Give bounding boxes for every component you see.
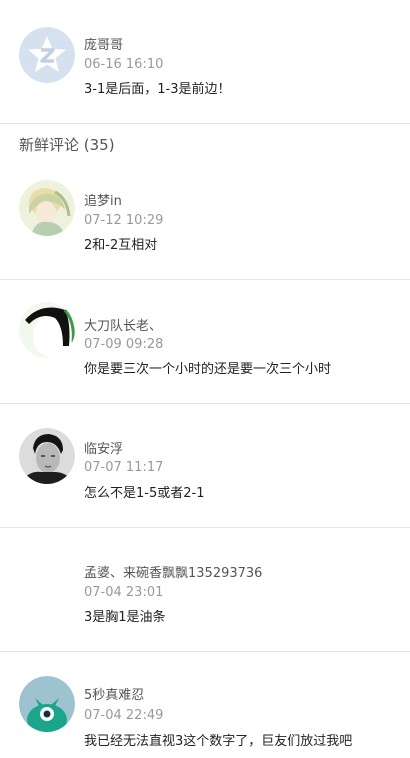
avatar[interactable] (19, 676, 75, 732)
timestamp: 07-09 09:28 (84, 337, 164, 352)
divider (0, 123, 410, 124)
timestamp: 06-16 16:10 (84, 57, 164, 72)
timestamp: 07-04 22:49 (84, 708, 164, 723)
list-item: 孟婆、来碗香飘飘135293736 07-04 23:01 3是胸1是油条 (0, 528, 410, 651)
list-item: 大刀队长老、 07-09 09:28 你是要三次一个小时的还是要一次三个小时 (0, 280, 410, 403)
comment-text: 你是要三次一个小时的还是要一次三个小时 (84, 362, 332, 377)
list-item: 追梦in 07-12 10:29 2和-2互相对 (0, 160, 410, 278)
q-star-logo-icon (19, 27, 75, 83)
hot-comment: 庞哥哥 06-16 16:10 3-1是后面，1-3是前边！ (0, 0, 410, 123)
timestamp: 07-12 10:29 (84, 213, 164, 228)
avatar[interactable] (19, 428, 75, 484)
comment-text: 3是胸1是油条 (84, 610, 166, 625)
username[interactable]: 大刀队长老、 (84, 319, 162, 335)
timestamp: 07-07 11:17 (84, 460, 164, 475)
avatar[interactable] (19, 180, 75, 236)
username[interactable]: 临安浮 (84, 442, 123, 458)
comment-text: 我已经无法直视3这个数字了，巨友们放过我吧 (84, 734, 353, 749)
list-item: 临安浮 07-07 11:17 怎么不是1-5或者2-1 (0, 404, 410, 527)
comment-text: 3-1是后面，1-3是前边！ (84, 82, 231, 97)
anime-girl-avatar (19, 180, 75, 236)
timestamp: 07-04 23:01 (84, 585, 164, 600)
username[interactable]: 孟婆、来碗香飘飘135293736 (84, 566, 262, 582)
headband-avatar (19, 302, 75, 358)
green-monster-avatar (19, 676, 75, 732)
avatar[interactable] (19, 27, 75, 83)
man-portrait-avatar (19, 428, 75, 484)
list-item: 5秒真难忍 07-04 22:49 我已经无法直视3这个数字了，巨友们放过我吧 (0, 652, 410, 758)
avatar[interactable] (19, 302, 75, 358)
username[interactable]: 追梦in (84, 194, 122, 210)
username[interactable]: 庞哥哥 (84, 38, 123, 54)
comment-text: 怎么不是1-5或者2-1 (84, 486, 205, 501)
username[interactable]: 5秒真难忍 (84, 688, 144, 704)
section-title: 新鲜评论 (35) (19, 136, 115, 154)
comment-text: 2和-2互相对 (84, 238, 158, 253)
